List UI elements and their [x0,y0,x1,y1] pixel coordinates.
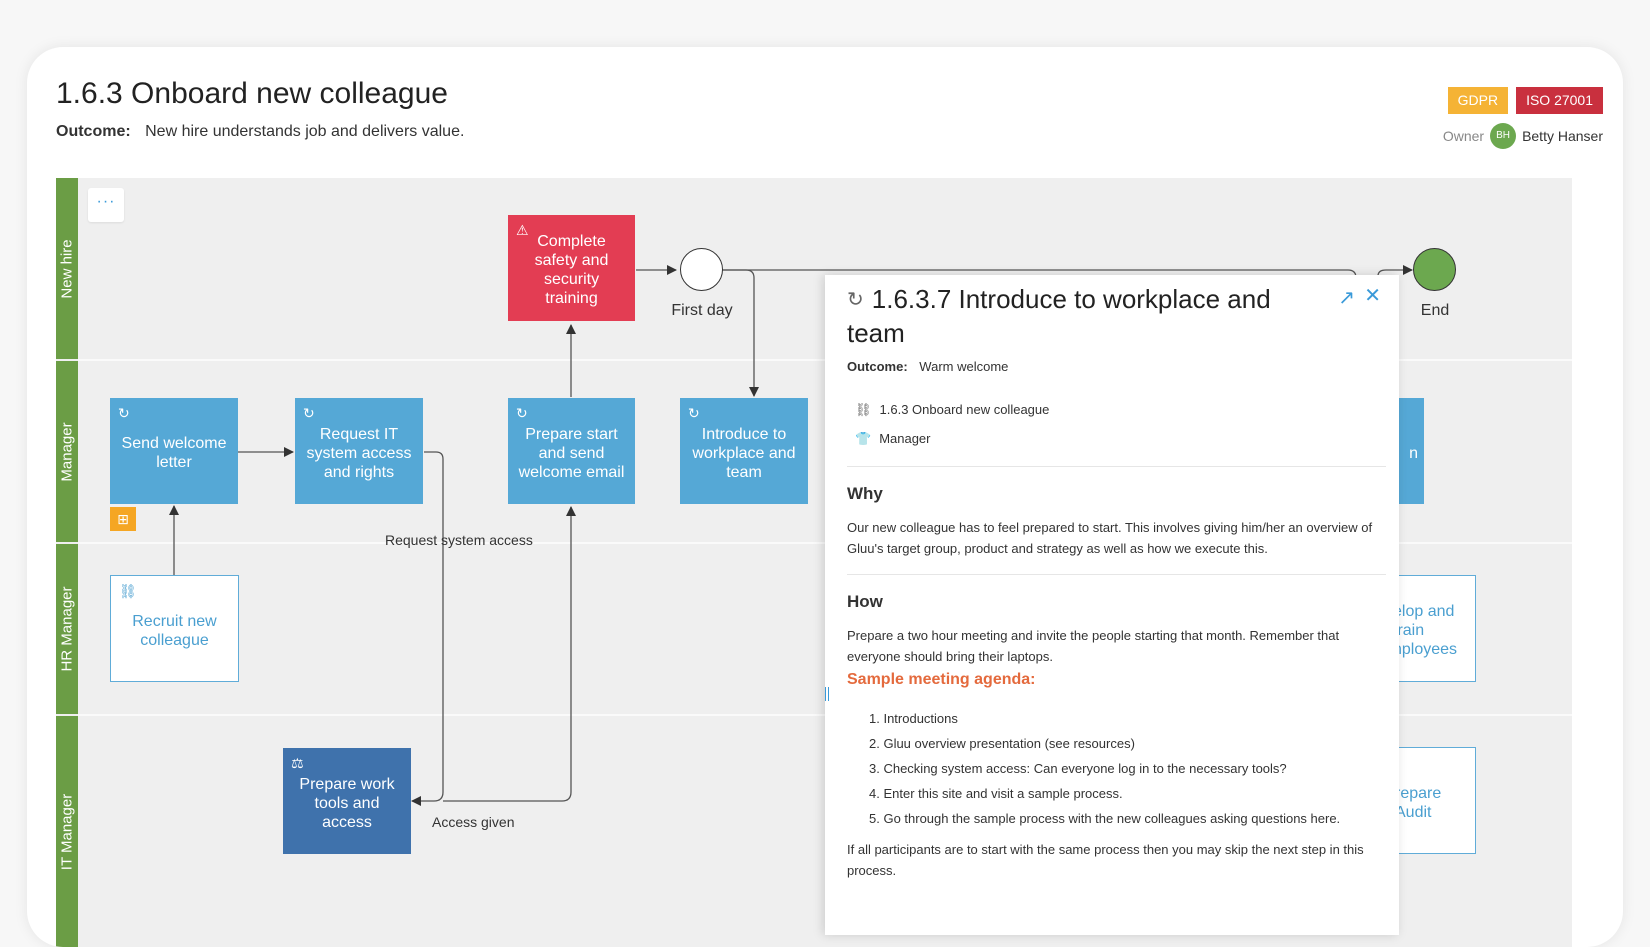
outcome-value: Warm welcome [919,359,1009,374]
agenda-heading: Sample meeting agenda: [847,671,1036,688]
footer-text: If all participants are to start with th… [847,842,1364,878]
sync-icon: ↻ [688,405,700,421]
end-event[interactable] [1413,248,1456,291]
event-label: First day [671,302,733,319]
sync-icon: ↻ [847,289,864,311]
role-link[interactable]: 👕 Manager [855,431,931,447]
outcome-label: Outcome: [56,123,131,140]
task-label: Send welcome letter [121,435,227,471]
event-label: End [1420,302,1450,319]
panel-title-text: 1.6.3.7 Introduce to workplace and team [847,284,1271,348]
parent-process-label: 1.6.3 Onboard new colleague [879,402,1050,417]
sync-icon: ↻ [118,405,130,421]
flow-label-access-given: Access given [432,814,515,830]
task-label: Introduce to workplace and team [692,425,796,481]
task-partial-audit[interactable]: repare Audit [1386,747,1476,854]
task-label: Prepare work tools and access [299,775,395,831]
agenda-list: 1. Introductions 2. Gluu overview presen… [869,706,1340,831]
divider [847,574,1386,575]
expand-icon[interactable]: ↗ [1338,285,1355,310]
how-heading: How [847,592,883,611]
task-label: elop and train nployees [1393,603,1458,658]
task-send-welcome-letter[interactable]: ↻ Send welcome letter [110,398,238,504]
process-outcome: Outcome: New hire understands job and de… [56,123,464,141]
sync-icon: ↻ [303,405,315,421]
subprocess-icon[interactable]: ⊞ [110,507,136,531]
task-recruit-new-colleague[interactable]: ⛓ Recruit new colleague [110,575,239,682]
warning-icon: ⚠ [516,222,529,238]
role-label: Manager [879,431,931,446]
tag-iso-27001[interactable]: ISO 27001 [1516,87,1603,114]
owner-label: Owner [1442,128,1485,144]
owner-name[interactable]: Betty Hanser [1522,128,1603,144]
flow-label-request-access: Request system access [385,532,533,548]
why-text: Our new colleague has to feel prepared t… [847,520,1373,556]
task-partial-develop[interactable]: elop and train nployees [1386,575,1476,682]
task-prepare-work-tools[interactable]: ⚖ Prepare work tools and access [283,748,411,854]
role-icon: 👕 [855,431,872,446]
process-icon: ⛓ [855,402,872,417]
tag-gdpr[interactable]: GDPR [1447,87,1509,114]
list-item: 4. Enter this site and visit a sample pr… [869,786,1123,801]
task-label: Request IT system access and rights [306,425,412,481]
task-label: Recruit new colleague [132,612,217,649]
list-item: 1. Introductions [869,711,958,726]
task-introduce-workplace[interactable]: ↻ Introduce to workplace and team [680,398,808,504]
flow-request-to-tools [411,451,444,806]
resize-handle[interactable] [825,687,829,701]
owner-info: Owner BH Betty Hanser [1443,123,1603,149]
task-detail-panel: ↻ 1.6.3.7 Introduce to workplace and team… [825,275,1399,935]
scale-icon: ⚖ [291,755,304,771]
sync-icon: ↻ [516,405,528,421]
page-title: 1.6.3 Onboard new colleague [56,77,448,110]
how-text: Prepare a two hour meeting and invite th… [847,628,1340,664]
task-label: repare Audit [1395,784,1442,821]
tag-list: GDPR ISO 27001 [1447,87,1603,114]
task-prepare-start-email[interactable]: ↻ Prepare start and send welcome email [508,398,635,504]
divider [847,466,1386,467]
task-request-it-access[interactable]: ↻ Request IT system access and rights [295,398,423,504]
parent-process-link[interactable]: ⛓ 1.6.3 Onboard new colleague [855,402,1049,418]
list-item: 3. Checking system access: Can everyone … [869,761,1287,776]
panel-title: ↻ 1.6.3.7 Introduce to workplace and team [847,283,1287,350]
start-event-first-day[interactable] [680,248,723,291]
flow-firstday-to-introduce [722,269,759,397]
outcome-value: New hire understands job and delivers va… [145,123,465,140]
list-item: 5. Go through the sample process with th… [869,811,1341,826]
close-icon[interactable]: ✕ [1364,283,1381,308]
why-heading: Why [847,484,883,503]
panel-outcome: Outcome: Warm welcome [847,359,1008,374]
task-label: Prepare start and send welcome email [518,425,625,481]
task-label: n [1409,444,1418,462]
list-item: 2. Gluu overview presentation (see resou… [869,736,1135,751]
outcome-label: Outcome: [847,359,908,374]
task-complete-training[interactable]: ⚠ Complete safety and security training [508,215,635,321]
process-icon: ⛓ [119,583,137,599]
flow-tools-to-prepare [443,506,576,802]
avatar[interactable]: BH [1490,123,1517,149]
task-label: Complete safety and security training [534,233,609,307]
